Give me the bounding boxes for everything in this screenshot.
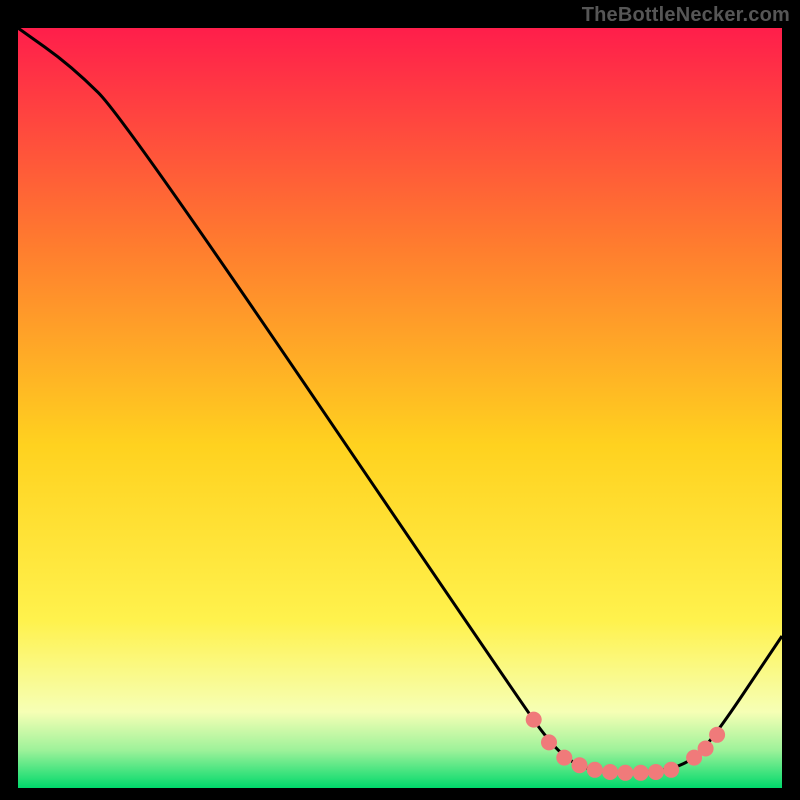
curve-marker [663,762,679,778]
curve-marker [556,750,572,766]
curve-marker [541,734,557,750]
curve-marker [587,762,603,778]
curve-marker [698,741,714,757]
chart-stage: TheBottleNecker.com [0,0,800,800]
curve-marker [648,764,664,780]
curve-marker [572,757,588,773]
curve-marker [633,765,649,781]
curve-marker [602,764,618,780]
plot-area [18,28,782,788]
curve-marker [526,712,542,728]
gradient-background [18,28,782,788]
curve-marker [709,727,725,743]
attribution-label: TheBottleNecker.com [582,4,790,27]
chart-svg [18,28,782,788]
curve-marker [617,765,633,781]
